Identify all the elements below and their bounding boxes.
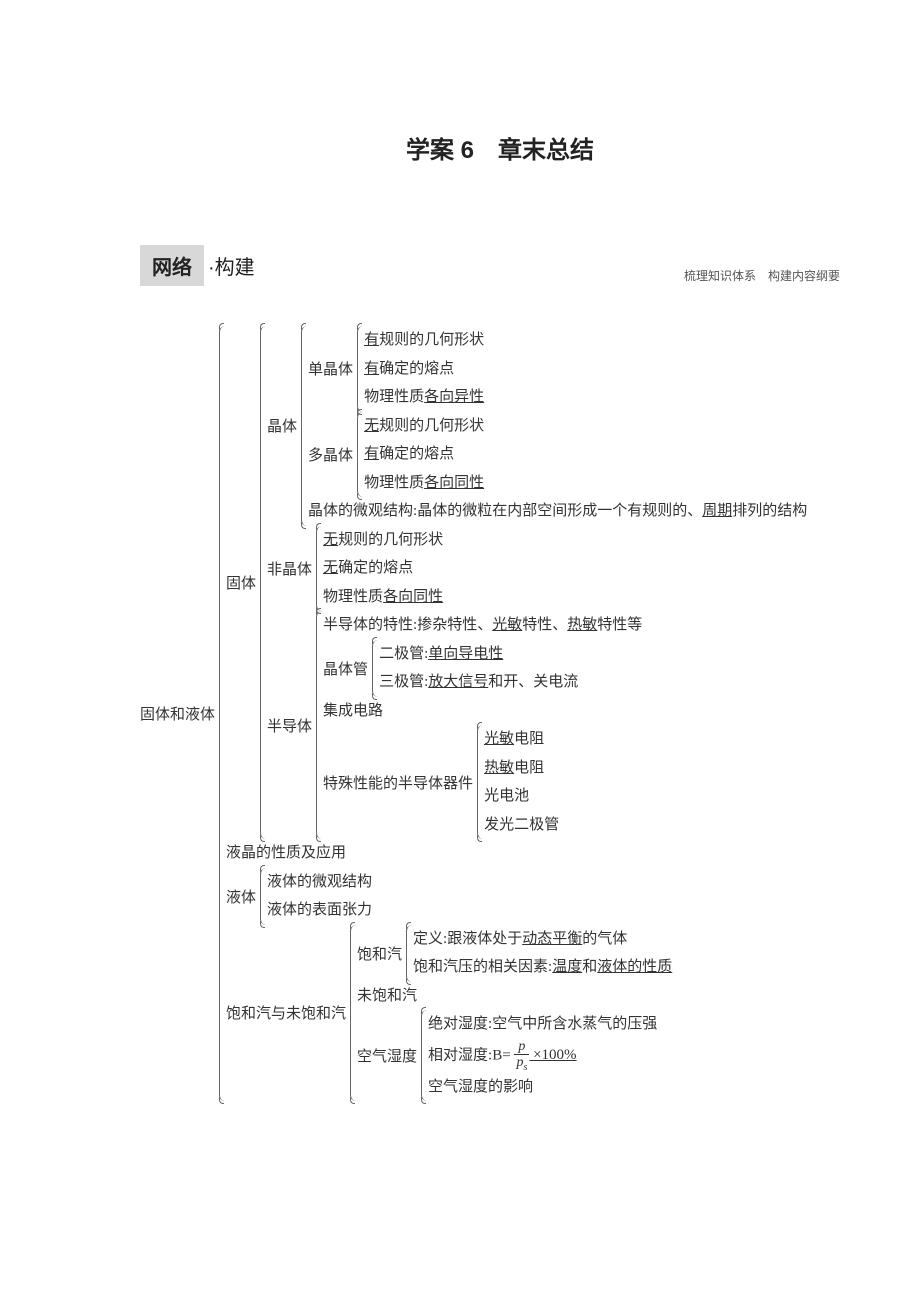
semi-label: 半导体 — [267, 715, 316, 736]
single-crystal-label: 单晶体 — [308, 358, 357, 379]
single-c: 物理性质各向异性 — [364, 383, 484, 412]
poly-c: 物理性质各向同性 — [364, 469, 484, 498]
unsat: 未饱和汽 — [357, 982, 672, 1011]
single-a: 有规则的几何形状 — [364, 326, 484, 355]
sat-factor: 饱和汽压的相关因素:温度和液体的性质 — [413, 953, 672, 982]
sat-def: 定义:跟液体处于动态平衡的气体 — [413, 925, 672, 954]
humidity-abs: 绝对湿度:空气中所含水蒸气的压强 — [428, 1010, 657, 1039]
special-d: 发光二极管 — [484, 811, 559, 840]
liquid-a: 液体的微观结构 — [267, 868, 372, 897]
concept-tree: 固体和液体 固体 晶体 单晶体 有规则的几何形状 — [140, 326, 860, 1101]
ic: 集成电路 — [323, 697, 642, 726]
special-label: 特殊性能的半导体器件 — [323, 772, 477, 793]
crystal-label: 晶体 — [267, 415, 301, 436]
humidity-eff: 空气湿度的影响 — [428, 1073, 657, 1102]
section-sub: ·构建 — [208, 251, 255, 280]
triode: 三极管:放大信号和开、关电流 — [379, 668, 578, 697]
diode: 二极管:单向导电性 — [379, 640, 578, 669]
amorph-a: 无规则的几何形状 — [323, 526, 443, 555]
root-label: 固体和液体 — [140, 703, 219, 724]
page-title: 学案 6 章末总结 — [140, 130, 860, 165]
section-box: 网络 — [140, 245, 204, 286]
sat-label: 饱和汽 — [357, 943, 406, 964]
liquid-b: 液体的表面张力 — [267, 896, 372, 925]
poly-a: 无规则的几何形状 — [364, 412, 484, 441]
amorphous-label: 非晶体 — [267, 558, 316, 579]
humidity-rel: 相对湿度:B= p ps ×100% — [428, 1039, 657, 1073]
single-b: 有确定的熔点 — [364, 355, 484, 384]
amorph-c: 物理性质各向同性 — [323, 583, 443, 612]
special-b: 热敏电阻 — [484, 754, 559, 783]
section-right: 梳理知识体系 构建内容纲要 — [684, 267, 840, 284]
solid-label: 固体 — [226, 572, 260, 593]
vapor-label: 饱和汽与未饱和汽 — [226, 1002, 350, 1023]
special-a: 光敏电阻 — [484, 725, 559, 754]
transistor-label: 晶体管 — [323, 658, 372, 679]
poly-b: 有确定的熔点 — [364, 440, 484, 469]
special-c: 光电池 — [484, 782, 559, 811]
semi-feat: 半导体的特性:掺杂特性、光敏特性、热敏特性等 — [323, 611, 642, 640]
section-header: 网络 ·构建 梳理知识体系 构建内容纲要 — [140, 245, 860, 286]
lcd: 液晶的性质及应用 — [226, 839, 807, 868]
liquid-label: 液体 — [226, 886, 260, 907]
crystal-micro: 晶体的微观结构:晶体的微粒在内部空间形成一个有规则的、周期排列的结构 — [308, 497, 807, 526]
amorph-b: 无确定的熔点 — [323, 554, 443, 583]
humidity-label: 空气湿度 — [357, 1045, 421, 1066]
poly-crystal-label: 多晶体 — [308, 444, 357, 465]
